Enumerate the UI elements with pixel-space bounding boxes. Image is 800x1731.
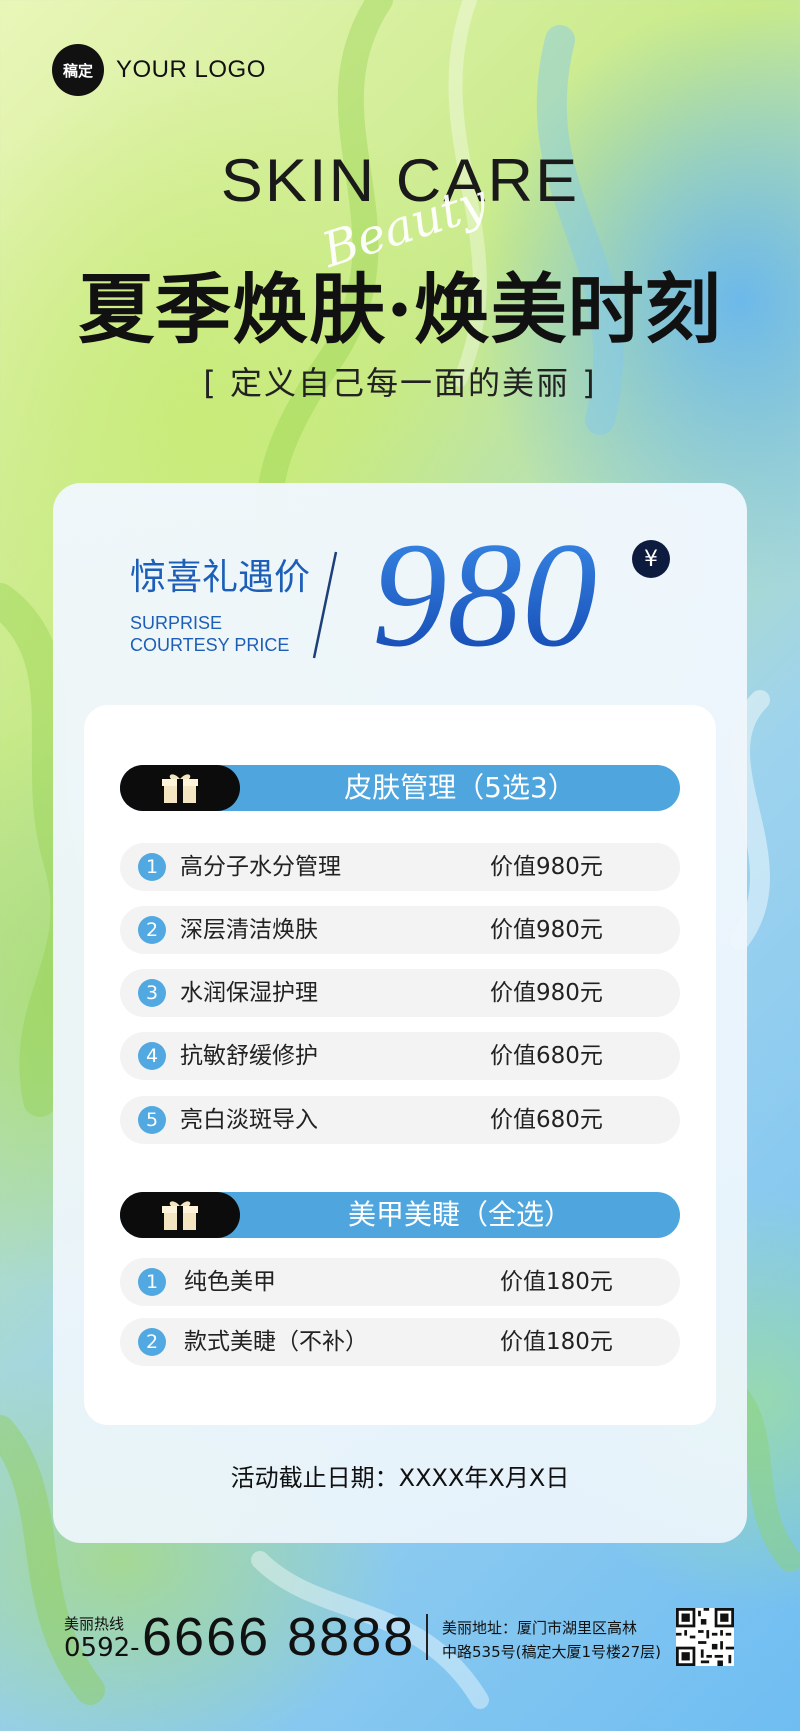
price-label-cn: 惊喜礼遇价 [130, 557, 311, 598]
item-name: 高分子水分管理 [180, 854, 341, 880]
item-value: 价值180元 [500, 1329, 613, 1355]
item-value: 价值680元 [490, 1107, 603, 1133]
currency-badge: ¥ [632, 540, 670, 578]
qr-code-icon [676, 1608, 734, 1666]
list-item: 1 纯色美甲 价值180元 [120, 1258, 680, 1306]
brand-logo: 稿定 YOUR LOGO [52, 44, 266, 96]
gift-icon [120, 765, 240, 811]
footer-divider [426, 1614, 428, 1660]
section-header-skin: 皮肤管理（5选3） [120, 765, 680, 811]
gift-icon [120, 1192, 240, 1238]
list-item: 3 水润保湿护理 价值980元 [120, 969, 680, 1017]
phone-number: 6666 8888 [142, 1607, 416, 1667]
list-item: 5 亮白淡斑导入 价值680元 [120, 1096, 680, 1144]
item-number: 5 [138, 1106, 166, 1134]
list-item: 2 款式美睫（不补） 价值180元 [120, 1318, 680, 1366]
list-item: 2 深层清洁焕肤 价值980元 [120, 906, 680, 954]
item-number: 2 [138, 1328, 166, 1356]
section-header-nails: 美甲美睫（全选） [120, 1192, 680, 1238]
item-value: 价值980元 [490, 854, 603, 880]
item-value: 价值980元 [490, 917, 603, 943]
list-item: 4 抗敏舒缓修护 价值680元 [120, 1032, 680, 1080]
hero-headline: 夏季焕肤·焕美时刻 [78, 265, 722, 354]
price-slash-divider [312, 551, 338, 659]
item-value: 价值980元 [490, 980, 603, 1006]
logo-text: YOUR LOGO [116, 56, 266, 83]
price-label-en: SURPRISE COURTESY PRICE [130, 612, 289, 656]
item-name: 亮白淡斑导入 [180, 1107, 318, 1133]
section-title: 皮肤管理（5选3） [344, 771, 576, 804]
item-value: 价值180元 [500, 1269, 613, 1295]
item-name: 深层清洁焕肤 [180, 917, 318, 943]
item-name: 款式美睫（不补） [184, 1329, 368, 1355]
list-item: 1 高分子水分管理 价值980元 [120, 843, 680, 891]
item-name: 抗敏舒缓修护 [180, 1043, 318, 1069]
price-value: 980 [372, 512, 597, 678]
address: 美丽地址：厦门市湖里区高林 中路535号(稿定大厦1号楼27层) [442, 1616, 661, 1664]
address-line1: 美丽地址：厦门市湖里区高林 [442, 1619, 638, 1637]
item-number: 4 [138, 1042, 166, 1070]
hero-subtitle: [ 定义自己每一面的美丽 ] [203, 364, 597, 402]
item-number: 3 [138, 979, 166, 1007]
item-value: 价值680元 [490, 1043, 603, 1069]
logo-badge: 稿定 [52, 44, 104, 96]
area-code: 0592- [64, 1633, 140, 1663]
item-name: 水润保湿护理 [180, 980, 318, 1006]
address-line2: 中路535号(稿定大厦1号楼27层) [442, 1643, 661, 1661]
item-number: 1 [138, 853, 166, 881]
item-name: 纯色美甲 [184, 1269, 276, 1295]
deadline-text: 活动截止日期：XXXX年X月X日 [230, 1464, 570, 1492]
price-label-en-line1: SURPRISE [130, 613, 223, 633]
price-label-en-line2: COURTESY PRICE [130, 635, 290, 655]
section-title: 美甲美睫（全选） [347, 1198, 572, 1231]
item-number: 2 [138, 916, 166, 944]
item-number: 1 [138, 1268, 166, 1296]
